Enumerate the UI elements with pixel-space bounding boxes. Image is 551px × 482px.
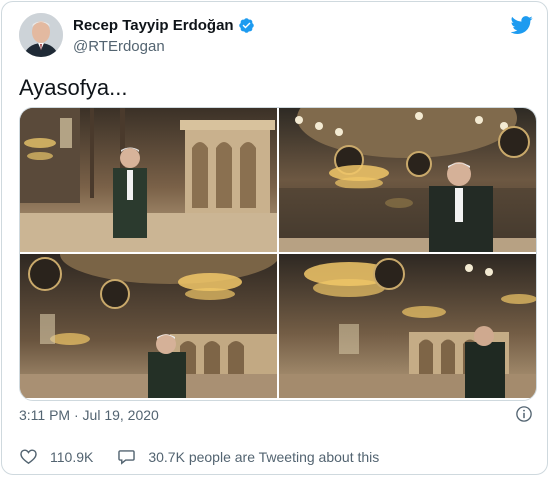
hagia-sophia-photo-2[interactable] [279, 108, 536, 252]
heart-icon [20, 449, 37, 465]
like-count: 110.9K [50, 448, 94, 465]
tweet-text: Ayasofya... [19, 75, 128, 100]
author-name-row: Recep Tayyip Erdoğan [73, 17, 255, 34]
hagia-sophia-photo-4[interactable] [279, 254, 536, 398]
avatar[interactable] [19, 13, 63, 57]
author-handle[interactable]: @RTErdogan [73, 38, 165, 55]
info-icon[interactable] [515, 405, 533, 423]
speech-bubble-icon [118, 450, 136, 465]
tweet-actions: 110.9K 30.7K people are Tweeting about t… [19, 447, 379, 466]
hagia-sophia-photo-1[interactable] [20, 108, 277, 252]
hagia-sophia-photo-3[interactable] [20, 254, 277, 398]
twitter-bird-icon[interactable] [511, 14, 533, 36]
author-display-name[interactable]: Recep Tayyip Erdoğan [73, 17, 234, 34]
tweet-timestamp-row: 3:11 PM · Jul 19, 2020 [19, 407, 159, 423]
media-grid [19, 107, 537, 401]
avatar-image [19, 13, 63, 57]
verified-badge-icon [238, 18, 254, 33]
like-button[interactable]: 110.9K [19, 447, 93, 466]
tweet-card: Recep Tayyip Erdoğan @RTErdogan Ayasofya… [1, 1, 548, 475]
tweeting-about-button[interactable]: 30.7K people are Tweeting about this [117, 447, 379, 466]
tweeting-about-label: 30.7K people are Tweeting about this [148, 448, 380, 465]
tweet-timestamp[interactable]: 3:11 PM · Jul 19, 2020 [19, 407, 159, 423]
